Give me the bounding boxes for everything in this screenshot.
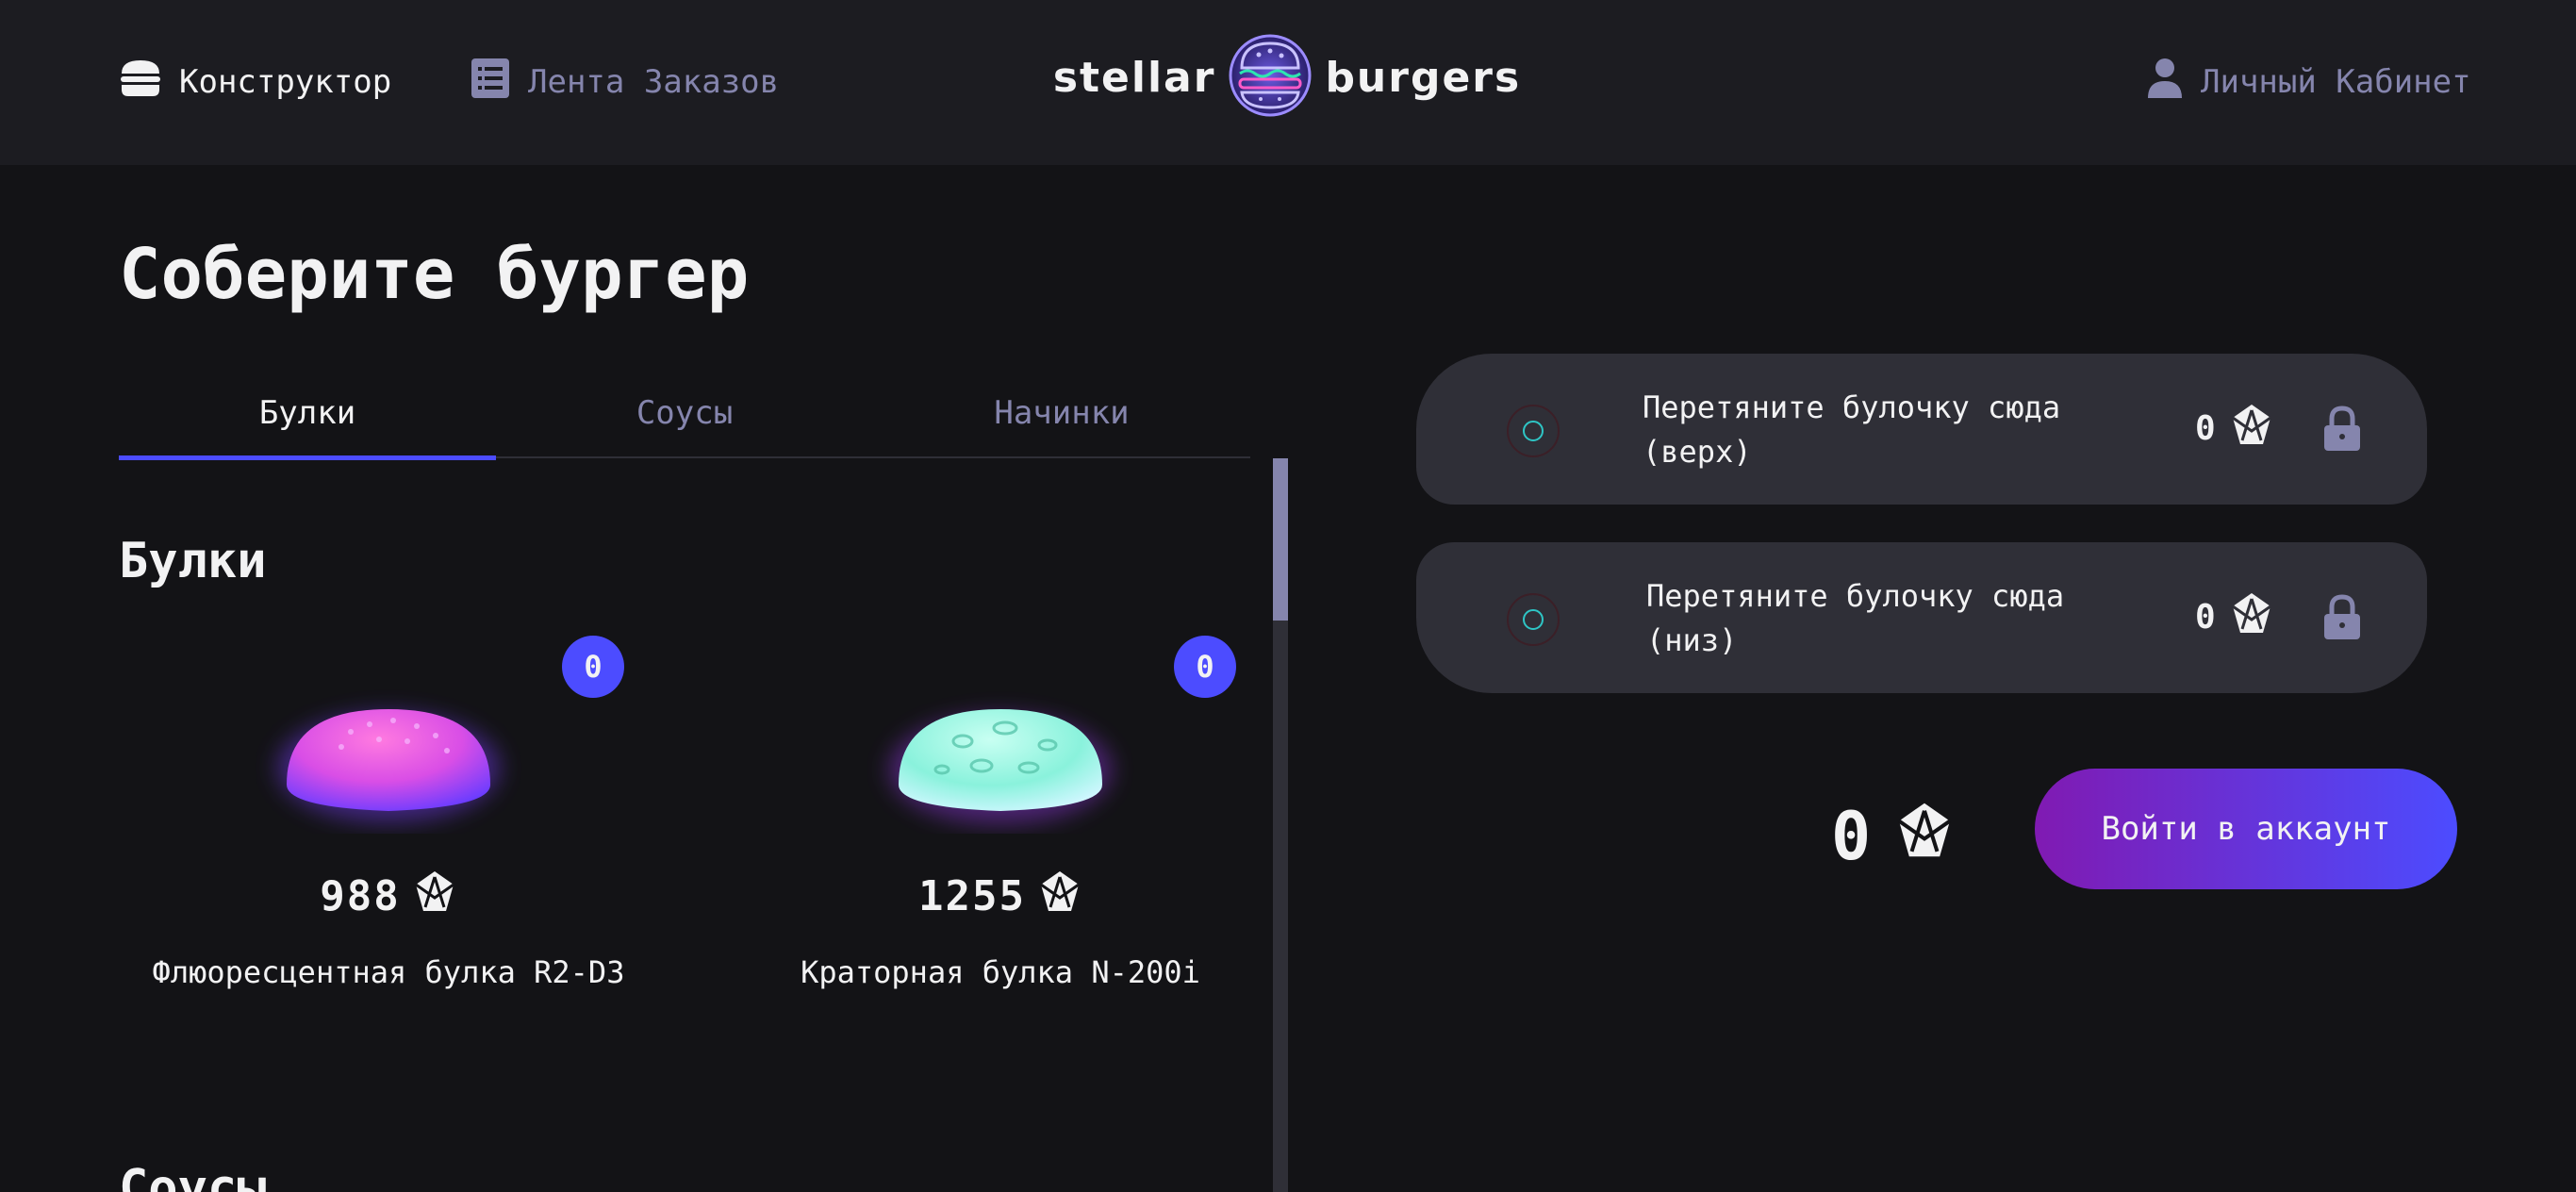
currency-icon	[2229, 403, 2274, 455]
bottom-bun-price: 0	[2195, 591, 2274, 643]
top-bun-price: 0	[2195, 403, 2274, 455]
top-bun-drop-zone[interactable]: Перетяните булочку сюда (верх) 0	[1416, 354, 2427, 505]
app-header: Конструктор Лента Заказов stellar burger…	[0, 0, 2576, 165]
nav-constructor[interactable]: Конструктор	[119, 57, 391, 108]
ingredients-scrollbar[interactable]	[1273, 458, 1288, 1192]
ingredient-name: Краторная булка N-200i	[801, 954, 1200, 990]
bottom-bun-drop-zone[interactable]: Перетяните булочку сюда (низ) 0	[1416, 542, 2427, 693]
burger-icon	[119, 58, 162, 107]
ingredient-price: 988	[124, 869, 652, 923]
nav-personal-account[interactable]: Личный Кабинет	[2146, 57, 2471, 108]
tab-fillings[interactable]: Начинки	[873, 368, 1250, 458]
nav-personal-account-label: Личный Кабинет	[2201, 63, 2471, 101]
logo-text-left: stellar	[1052, 53, 1216, 102]
price-value: 0	[2195, 409, 2216, 448]
nav-order-feed[interactable]: Лента Заказов	[470, 57, 779, 108]
placeholder-circle-icon	[1507, 405, 1560, 457]
nav-order-feed-label: Лента Заказов	[528, 63, 780, 101]
price-value: 988	[320, 872, 401, 920]
ingredient-tabs: Булки Соусы Начинки	[119, 368, 1250, 460]
ingredient-counter: 0	[562, 636, 624, 698]
mint-bun-icon	[850, 664, 1151, 834]
logo-text-right: burgers	[1325, 53, 1522, 102]
ingredient-card[interactable]: 0 1255 Краторная булка N-200i	[736, 636, 1264, 1032]
ingredient-counter: 0	[1174, 636, 1236, 698]
placeholder-circle-icon	[1507, 593, 1560, 646]
price-value: 0	[2195, 598, 2216, 637]
pink-bun-icon	[238, 664, 539, 834]
ingredient-price: 1255	[736, 869, 1264, 923]
stellar-burgers-logo[interactable]: stellar burgers	[1013, 32, 1561, 123]
tab-buns[interactable]: Булки	[119, 368, 496, 460]
top-bun-placeholder-text: Перетяните булочку сюда (верх)	[1643, 389, 2061, 470]
page-title: Соберите бургер	[119, 234, 750, 315]
total-value: 0	[1831, 798, 1872, 875]
scrollbar-thumb[interactable]	[1273, 458, 1288, 621]
order-total: 0	[1831, 798, 1956, 875]
currency-icon	[1893, 798, 1956, 875]
ingredient-name: Флюоресцентная булка R2-D3	[152, 954, 625, 990]
currency-icon	[412, 869, 457, 923]
ingredient-card[interactable]: 0 988 Флюоресцентная булка R2-D3	[124, 636, 652, 1032]
section-title-buns: Булки	[119, 533, 267, 589]
lock-icon	[2321, 594, 2363, 645]
bottom-bun-placeholder-text: Перетяните булочку сюда (низ)	[1646, 578, 2065, 658]
burger-logo-icon	[1227, 32, 1313, 123]
price-value: 1255	[918, 872, 1026, 920]
user-icon	[2146, 57, 2184, 108]
currency-icon	[2229, 591, 2274, 643]
login-button[interactable]: Войти в аккаунт	[2035, 769, 2457, 889]
tab-sauces[interactable]: Соусы	[496, 368, 873, 458]
nav-constructor-label: Конструктор	[179, 63, 392, 101]
lock-icon	[2321, 406, 2363, 456]
currency-icon	[1037, 869, 1082, 923]
section-title-sauces: Соусы	[119, 1160, 267, 1192]
list-icon	[470, 57, 511, 108]
